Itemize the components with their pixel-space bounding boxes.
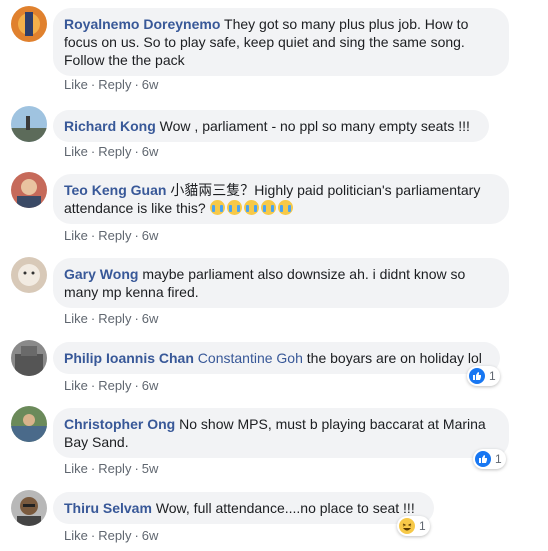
like-link[interactable]: Like [64,311,88,326]
comment-bubble: Thiru Selvam Wow, full attendance....no … [53,492,434,524]
comment-bubble: Christopher Ong No show MPS, must b play… [53,408,509,458]
comment-time[interactable]: 6w [142,528,159,543]
comment-bubble: Royalnemo Doreynemo They got so many plu… [53,8,509,76]
comment-author[interactable]: Teo Keng Guan [64,182,166,198]
separator: · [90,461,96,476]
reaction-badge[interactable]: 1 [397,516,430,536]
avatar[interactable] [11,406,47,442]
comment-actions: Like · Reply · 6w [64,144,158,160]
comment-bubble: Teo Keng Guan 小貓兩三隻？Highly paid politici… [53,174,509,224]
crying-laughing-emoji-icon [209,200,295,216]
separator: · [90,228,96,243]
separator: · [134,144,139,159]
avatar[interactable] [11,490,47,526]
mention-link[interactable]: Constantine Goh [198,350,303,366]
comment-text: Wow , parliament - no ppl so many empty … [159,118,470,134]
separator: · [90,528,96,543]
separator: · [90,378,96,393]
comment-author[interactable]: Thiru Selvam [64,500,152,516]
comment-author[interactable]: Royalnemo Doreynemo [64,16,220,32]
separator: · [90,77,96,92]
comment-bubble: Gary Wong maybe parliament also downsize… [53,258,509,308]
comment-time[interactable]: 6w [142,144,159,159]
comment-time[interactable]: 6w [142,77,159,92]
reply-link[interactable]: Reply [98,461,131,476]
avatar[interactable] [11,106,47,142]
reaction-count: 1 [419,519,426,533]
reply-link[interactable]: Reply [98,77,131,92]
avatar[interactable] [11,340,47,376]
comment-text: maybe parliament also downsize ah. i did… [142,266,466,282]
like-link[interactable]: Like [64,461,88,476]
separator: · [90,311,96,326]
avatar[interactable] [11,257,47,293]
reply-link[interactable]: Reply [98,528,131,543]
comment-text: 小貓兩三隻？Highly paid politician's parliamen… [170,182,481,198]
separator: · [90,144,96,159]
comment-text: Follow the the pack [64,52,185,68]
like-link[interactable]: Like [64,528,88,543]
comment-actions: Like · Reply · 6w [64,311,158,327]
reaction-badge[interactable]: 1 [473,449,506,469]
like-link[interactable]: Like [64,77,88,92]
comment-time[interactable]: 6w [142,311,159,326]
reply-link[interactable]: Reply [98,311,131,326]
comment-text: Wow, full attendance....no place to seat… [155,500,415,516]
separator: · [134,528,139,543]
like-icon [469,368,485,384]
comment-author[interactable]: Christopher Ong [64,416,175,432]
comment-actions: Like · Reply · 6w [64,378,158,394]
haha-icon [399,518,415,534]
comment-text: Bay Sand. [64,434,129,450]
comment-time[interactable]: 6w [142,228,159,243]
comment-actions: Like · Reply · 5w [64,461,158,477]
comment-actions: Like · Reply · 6w [64,528,158,544]
avatar[interactable] [11,172,47,208]
separator: · [134,311,139,326]
like-link[interactable]: Like [64,144,88,159]
comment-author[interactable]: Richard Kong [64,118,156,134]
comment-actions: Like · Reply · 6w [64,77,158,93]
comment-text: They got so many plus plus job. How to [224,16,469,32]
like-link[interactable]: Like [64,228,88,243]
comment-bubble: Philip Ioannis Chan Constantine Goh the … [53,342,500,374]
like-icon [475,451,491,467]
reaction-count: 1 [489,369,496,383]
comment-author[interactable]: Philip Ioannis Chan [64,350,194,366]
separator: · [134,228,139,243]
comment-text: attendance is like this? [64,200,206,216]
reply-link[interactable]: Reply [98,378,131,393]
separator: · [134,77,139,92]
reaction-count: 1 [495,452,502,466]
like-link[interactable]: Like [64,378,88,393]
comment-text: focus on us. So to play safe, keep quiet… [64,34,465,50]
comment-author[interactable]: Gary Wong [64,266,138,282]
comment-time[interactable]: 5w [142,461,159,476]
comment-time[interactable]: 6w [142,378,159,393]
comment-text: No show MPS, must b playing baccarat at … [179,416,486,432]
reply-link[interactable]: Reply [98,144,131,159]
avatar[interactable] [11,6,47,42]
comment-text: many mp kenna fired. [64,284,199,300]
reply-link[interactable]: Reply [98,228,131,243]
comment-actions: Like · Reply · 6w [64,228,158,244]
comment-text: the boyars are on holiday lol [306,350,482,366]
separator: · [134,378,139,393]
separator: · [134,461,139,476]
reaction-badge[interactable]: 1 [467,366,500,386]
comment-bubble: Richard Kong Wow , parliament - no ppl s… [53,110,489,142]
